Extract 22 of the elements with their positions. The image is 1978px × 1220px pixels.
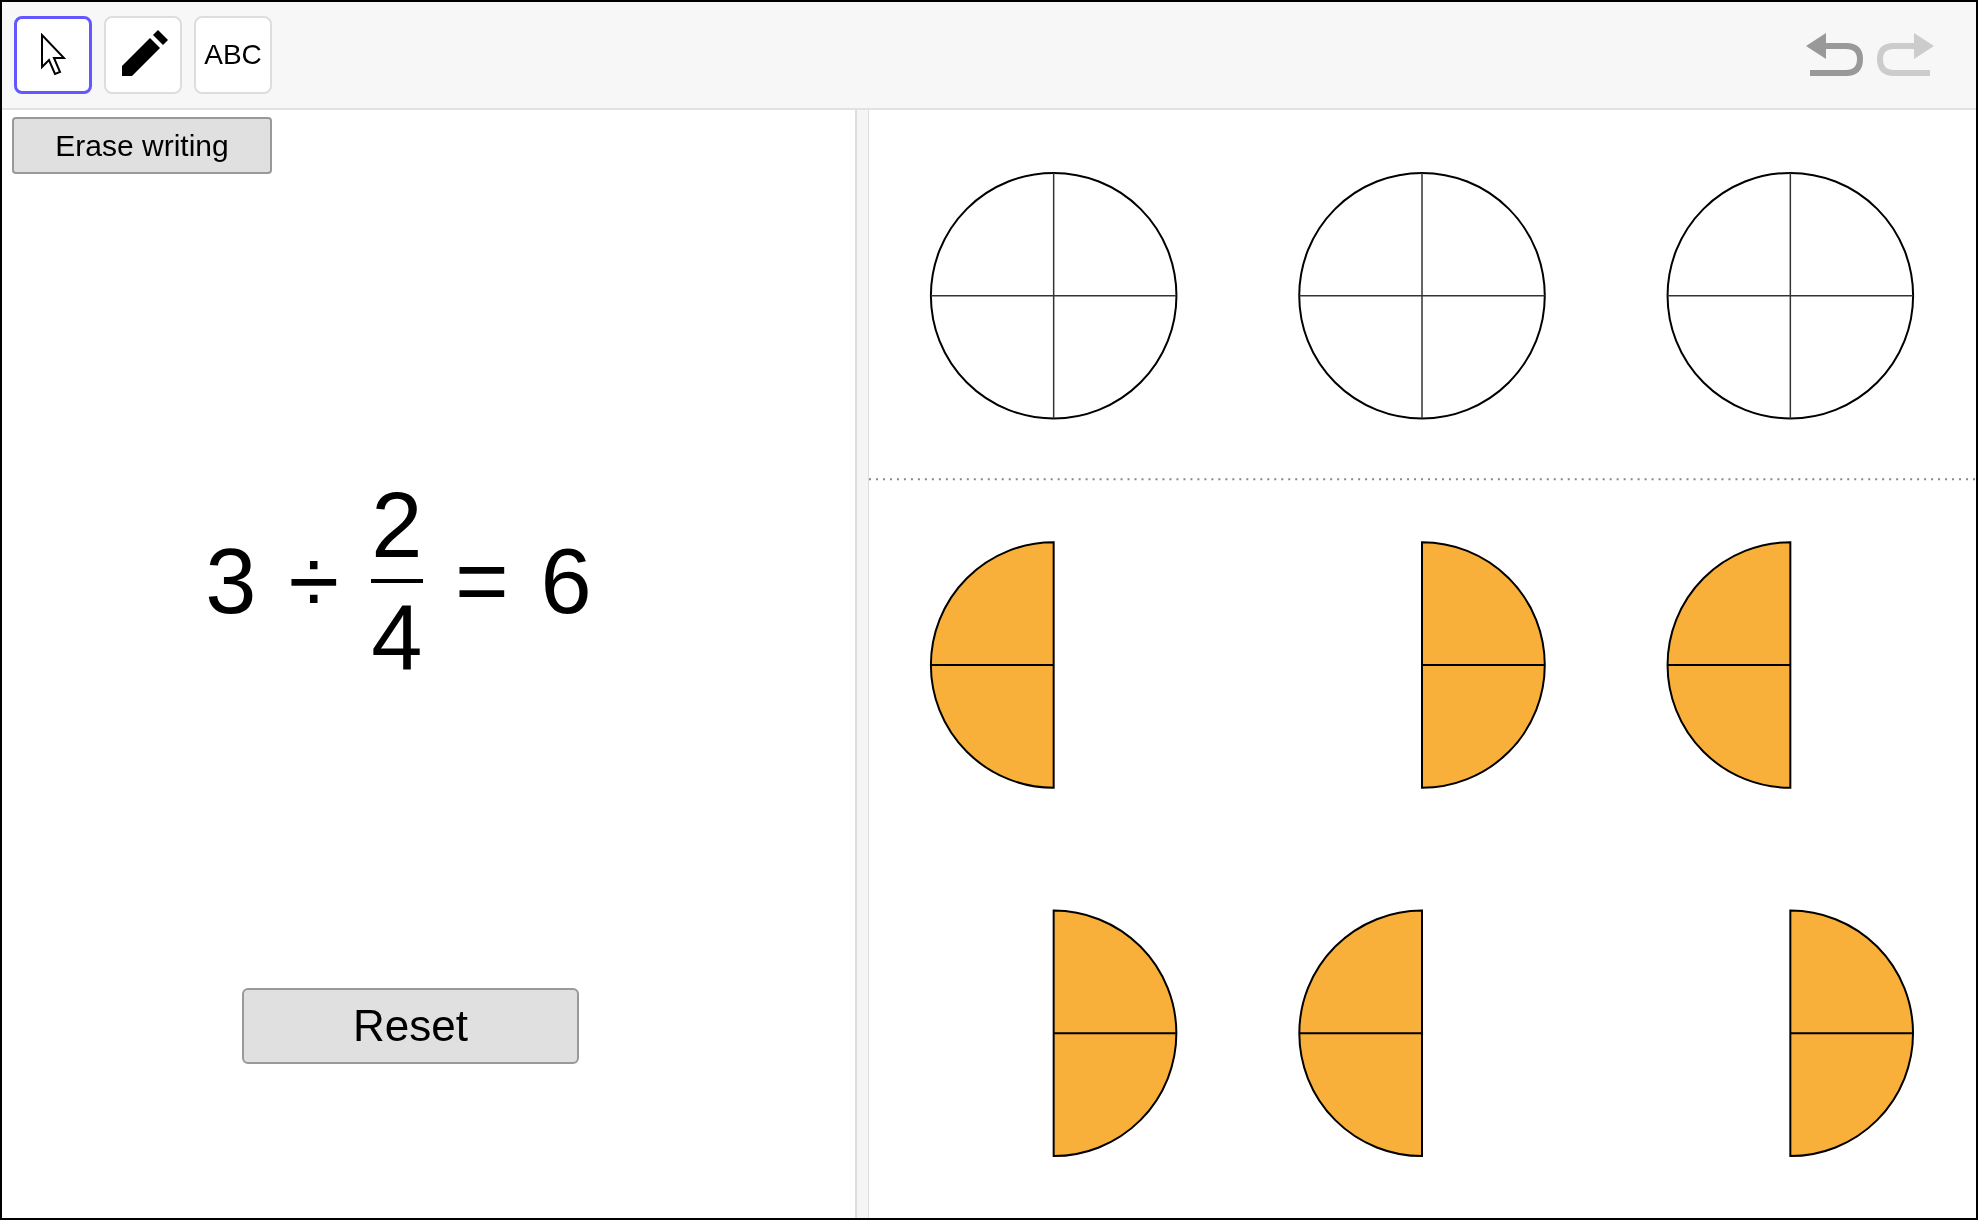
pointer-icon <box>40 33 66 77</box>
half-circle-drawing[interactable] <box>1052 909 1178 1158</box>
quartered-circle-drawing[interactable] <box>1666 171 1915 420</box>
undo-button[interactable] <box>1806 33 1864 77</box>
half-circle-drawing[interactable] <box>1789 909 1915 1158</box>
operator: = <box>454 535 509 627</box>
quartered-circle-drawing[interactable] <box>1298 171 1546 420</box>
numerator: 2 <box>371 479 423 571</box>
half-circle-drawing[interactable] <box>1298 909 1423 1158</box>
select-tool-button[interactable] <box>14 16 92 94</box>
quartered-circle-drawing[interactable] <box>929 171 1178 420</box>
pen-tool-button[interactable] <box>104 16 182 94</box>
half-circle-drawing[interactable] <box>929 541 1055 789</box>
number: 3 <box>205 535 257 627</box>
half-circle-drawing[interactable] <box>1421 541 1546 789</box>
number: 6 <box>540 535 592 627</box>
denominator: 4 <box>371 591 423 683</box>
erase-button[interactable]: Erase writing <box>12 117 272 174</box>
half-circle-drawing[interactable] <box>1666 541 1792 789</box>
reset-button[interactable]: Reset <box>242 988 579 1064</box>
operator: ÷ <box>288 535 339 627</box>
text-tool-button[interactable]: ABC <box>194 16 272 94</box>
